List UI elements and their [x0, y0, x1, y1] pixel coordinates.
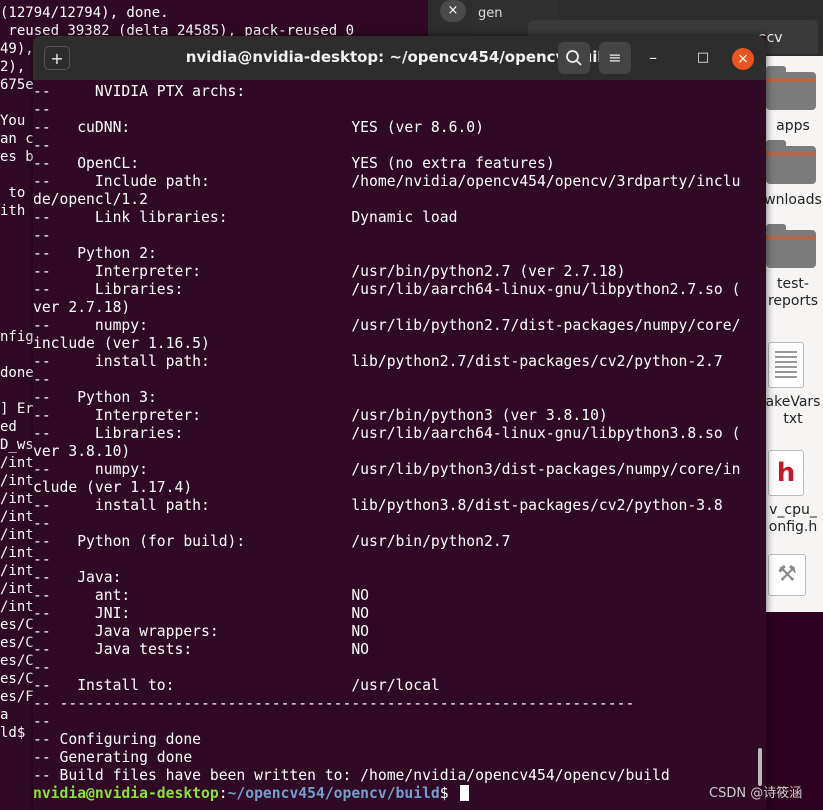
bg-terminal-line: ld$	[0, 725, 26, 741]
prompt-separator: :	[218, 785, 228, 802]
bg-terminal-line: D_ws	[0, 437, 34, 453]
terminal-line: -- Java tests: NO	[33, 641, 370, 658]
bg-terminal-line: an c	[0, 131, 34, 147]
text-file-icon	[768, 342, 804, 388]
terminal-line: -- ant: NO	[33, 587, 370, 604]
file-item-label: wnloads	[764, 192, 822, 208]
maximize-button[interactable]: □	[693, 48, 713, 68]
bg-terminal-line: /int	[0, 491, 34, 507]
bg-terminal-line: /int	[0, 545, 34, 561]
bg-terminal-line: /int	[0, 581, 34, 597]
file-item-label: apps	[776, 118, 810, 134]
prompt-path: ~/opencv454/opencv/build	[227, 785, 440, 802]
prompt-user: nvidia@nvidia-desktop	[33, 785, 219, 802]
terminal-line: -- Libraries: /usr/lib/aarch64-linux-gnu…	[33, 281, 741, 298]
text-cursor	[460, 785, 470, 801]
terminal-line: -- install path: lib/python3.8/dist-pack…	[33, 497, 723, 514]
terminal-line: -- Link libraries: Dynamic load	[33, 209, 458, 226]
terminal-line: -- Python 3:	[33, 389, 157, 406]
terminal-line: -- JNI: NO	[33, 605, 370, 622]
terminal-line: -- numpy: /usr/lib/python2.7/dist-packag…	[33, 317, 741, 334]
terminal-line: ver 3.8.10)	[33, 443, 131, 460]
header-file-icon: h	[768, 450, 804, 496]
terminal-line: include (ver 1.16.5)	[33, 335, 210, 352]
bg-terminal-line: 49),	[0, 41, 34, 57]
title-bar[interactable]: + nvidia@nvidia-desktop: ~/opencv454/ope…	[33, 36, 766, 80]
terminal-line: --	[33, 101, 51, 118]
terminal-line: -- Configuring done	[33, 731, 202, 748]
folder-icon	[766, 140, 816, 184]
bg-terminal-line: a	[0, 707, 9, 723]
terminal-line: -- Install to: /usr/local	[33, 677, 440, 694]
build-tool-icon: ⚒	[768, 554, 806, 596]
terminal-line: --	[33, 137, 51, 154]
terminal-line: de/opencl/1.2	[33, 191, 148, 208]
file-item-label: v_cpu_ onfig.h	[768, 502, 818, 535]
terminal-line: -- OpenCL: YES (no extra features)	[33, 155, 555, 172]
file-manager-close-button[interactable]: ×	[440, 0, 466, 22]
folder-icon	[766, 224, 816, 268]
terminal-line: -- cuDNN: YES (ver 8.6.0)	[33, 119, 484, 136]
terminal-line: clude (ver 1.17.4)	[33, 479, 193, 496]
bg-terminal-line: ed	[0, 419, 17, 435]
minimize-button[interactable]: –	[643, 48, 663, 68]
bg-terminal-line: es/C	[0, 671, 34, 687]
bg-terminal-line: ] Er	[0, 401, 34, 417]
bg-terminal-line: /int	[0, 599, 34, 615]
bg-terminal-line: nfig	[0, 329, 34, 345]
search-icon	[566, 50, 582, 66]
terminal-line: -- install path: lib/python2.7/dist-pack…	[33, 353, 723, 370]
terminal-line: --	[33, 371, 51, 388]
file-item-label: test- reports	[767, 276, 819, 309]
terminal-line: -- Java wrappers: NO	[33, 623, 370, 640]
bg-terminal-line: 675e	[0, 77, 34, 93]
terminal-line: -- Java:	[33, 569, 122, 586]
terminal-line: -- Python 2:	[33, 245, 157, 262]
file-item-label: akeVars txt	[765, 394, 821, 427]
terminal-line: -- Libraries: /usr/lib/aarch64-linux-gnu…	[33, 425, 741, 442]
bg-terminal-line: es/F	[0, 689, 34, 705]
bg-terminal-line: es b	[0, 149, 34, 165]
prompt-symbol: $	[439, 785, 458, 802]
bg-terminal-line: /int	[0, 563, 34, 579]
scrollbar[interactable]	[758, 748, 762, 786]
terminal-line: --	[33, 551, 51, 568]
shell-prompt[interactable]: nvidia@nvidia-desktop:~/opencv454/opencv…	[33, 785, 470, 803]
bg-terminal-line: done	[0, 365, 34, 381]
watermark: CSDN @诗筱涵	[709, 786, 803, 801]
terminal-line: --	[33, 659, 51, 676]
bg-terminal-line: ith	[0, 203, 26, 219]
terminal-line: -- NVIDIA PTX archs:	[33, 83, 246, 100]
terminal-line: -- Interpreter: /usr/bin/python2.7 (ver …	[33, 263, 626, 280]
hamburger-menu-button[interactable]: ≡	[599, 42, 631, 74]
terminal-line: ver 2.7.18)	[33, 299, 131, 316]
terminal-line: -- numpy: /usr/lib/python3/dist-packages…	[33, 461, 741, 478]
terminal-line: --	[33, 227, 51, 244]
bg-terminal-line: es/C	[0, 653, 34, 669]
close-button[interactable]: ×	[732, 48, 754, 70]
bg-terminal-line: 2),	[0, 59, 26, 75]
terminal-line: --	[33, 713, 51, 730]
bg-terminal-line: to	[0, 185, 26, 201]
terminal-line: -- Generating done	[33, 749, 193, 766]
folder-icon	[766, 66, 816, 110]
search-button[interactable]	[558, 42, 590, 74]
terminal-line: -- Interpreter: /usr/bin/python3 (ver 3.…	[33, 407, 608, 424]
terminal-window[interactable]: + nvidia@nvidia-desktop: ~/opencv454/ope…	[33, 36, 766, 810]
bg-terminal-line: /int	[0, 509, 34, 525]
terminal-line: -- Build files have been written to: /ho…	[33, 767, 670, 784]
bg-terminal-line: /int	[0, 527, 34, 543]
terminal-line: -- Include path: /home/nvidia/opencv454/…	[33, 173, 741, 190]
terminal-line: -- Python (for build): /usr/bin/python2.…	[33, 533, 511, 550]
bg-terminal-line: (12794/12794), done.	[0, 5, 169, 21]
bg-terminal-line: es/C	[0, 617, 34, 633]
bg-terminal-line: /int	[0, 473, 34, 489]
bg-terminal-line: You	[0, 113, 26, 129]
bg-terminal-line: /int	[0, 455, 34, 471]
terminal-line: -- -------------------------------------…	[33, 695, 635, 712]
terminal-line: --	[33, 515, 51, 532]
terminal-output[interactable]: -- NVIDIA PTX archs: -- -- cuDNN: YES (ver…	[33, 83, 766, 810]
bg-terminal-line: es/C	[0, 635, 34, 651]
